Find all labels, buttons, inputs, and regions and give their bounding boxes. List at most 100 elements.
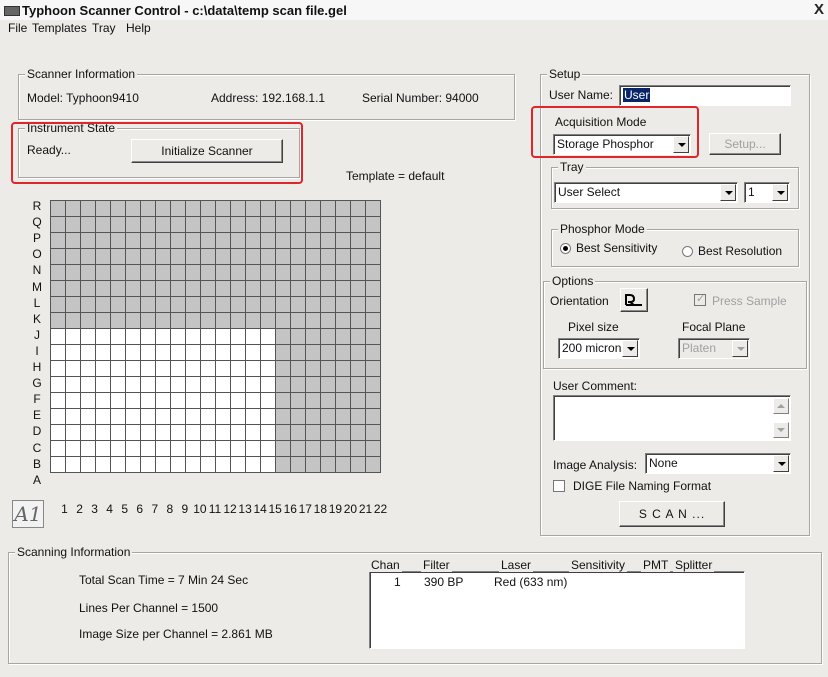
grid-cell[interactable]: [81, 297, 96, 313]
grid-cell[interactable]: [216, 201, 231, 217]
grid-cell[interactable]: [126, 297, 141, 313]
grid-cell[interactable]: [51, 409, 66, 425]
grid-cell[interactable]: [306, 297, 321, 313]
grid-cell[interactable]: [201, 393, 216, 409]
grid-cell[interactable]: [81, 441, 96, 457]
grid-cell[interactable]: [111, 345, 126, 361]
grid-cell[interactable]: [126, 329, 141, 345]
grid-cell[interactable]: [201, 281, 216, 297]
grid-cell[interactable]: [291, 249, 306, 265]
grid-cell[interactable]: [261, 313, 276, 329]
grid-cell[interactable]: [81, 345, 96, 361]
grid-cell[interactable]: [186, 377, 201, 393]
grid-cell[interactable]: [366, 313, 381, 329]
grid-cell[interactable]: [141, 201, 156, 217]
grid-cell[interactable]: [96, 233, 111, 249]
grid-cell[interactable]: [246, 457, 261, 473]
grid-cell[interactable]: [231, 281, 246, 297]
grid-cell[interactable]: [126, 377, 141, 393]
grid-cell[interactable]: [126, 249, 141, 265]
grid-cell[interactable]: [276, 393, 291, 409]
grid-cell[interactable]: [201, 233, 216, 249]
grid-cell[interactable]: [291, 313, 306, 329]
grid-cell[interactable]: [51, 393, 66, 409]
grid-cell[interactable]: [51, 361, 66, 377]
grid-cell[interactable]: [201, 361, 216, 377]
grid-cell[interactable]: [126, 393, 141, 409]
grid-cell[interactable]: [156, 425, 171, 441]
grid-cell[interactable]: [366, 441, 381, 457]
grid-cell[interactable]: [141, 345, 156, 361]
grid-cell[interactable]: [336, 233, 351, 249]
grid-cell[interactable]: [126, 441, 141, 457]
grid-cell[interactable]: [336, 265, 351, 281]
grid-cell[interactable]: [246, 201, 261, 217]
grid-cell[interactable]: [276, 249, 291, 265]
grid-cell[interactable]: [276, 233, 291, 249]
grid-cell[interactable]: [51, 217, 66, 233]
grid-cell[interactable]: [306, 457, 321, 473]
grid-cell[interactable]: [336, 345, 351, 361]
grid-cell[interactable]: [246, 297, 261, 313]
a1-reset-icon[interactable]: A1: [12, 500, 44, 528]
grid-cell[interactable]: [351, 393, 366, 409]
grid-cell[interactable]: [261, 201, 276, 217]
grid-cell[interactable]: [291, 233, 306, 249]
grid-cell[interactable]: [51, 233, 66, 249]
grid-cell[interactable]: [51, 377, 66, 393]
grid-cell[interactable]: [291, 297, 306, 313]
grid-cell[interactable]: [351, 361, 366, 377]
grid-cell[interactable]: [276, 265, 291, 281]
grid-cell[interactable]: [231, 345, 246, 361]
grid-cell[interactable]: [186, 425, 201, 441]
grid-cell[interactable]: [96, 281, 111, 297]
grid-cell[interactable]: [291, 201, 306, 217]
grid-cell[interactable]: [156, 201, 171, 217]
grid-cell[interactable]: [126, 233, 141, 249]
grid-cell[interactable]: [276, 425, 291, 441]
grid-cell[interactable]: [366, 233, 381, 249]
grid-cell[interactable]: [351, 345, 366, 361]
grid-cell[interactable]: [81, 425, 96, 441]
grid-cell[interactable]: [201, 377, 216, 393]
grid-cell[interactable]: [321, 425, 336, 441]
grid-cell[interactable]: [156, 297, 171, 313]
grid-cell[interactable]: [246, 425, 261, 441]
grid-cell[interactable]: [96, 441, 111, 457]
grid-cell[interactable]: [216, 441, 231, 457]
grid-cell[interactable]: [321, 265, 336, 281]
grid-cell[interactable]: [186, 409, 201, 425]
menu-file[interactable]: File: [8, 21, 27, 35]
grid-cell[interactable]: [81, 281, 96, 297]
grid-cell[interactable]: [96, 265, 111, 281]
image-analysis-select[interactable]: None: [645, 453, 791, 474]
best-sensitivity-radio[interactable]: [560, 243, 571, 254]
grid-cell[interactable]: [141, 281, 156, 297]
grid-cell[interactable]: [351, 441, 366, 457]
pixel-size-select[interactable]: 200 microns: [558, 338, 640, 359]
grid-cell[interactable]: [246, 409, 261, 425]
grid-cell[interactable]: [111, 361, 126, 377]
best-resolution-radio[interactable]: [682, 246, 693, 257]
grid-cell[interactable]: [351, 281, 366, 297]
grid-cell[interactable]: [231, 313, 246, 329]
grid-cell[interactable]: [321, 217, 336, 233]
grid-cell[interactable]: [156, 377, 171, 393]
grid-cell[interactable]: [201, 345, 216, 361]
grid-cell[interactable]: [81, 249, 96, 265]
grid-cell[interactable]: [291, 425, 306, 441]
grid-cell[interactable]: [306, 265, 321, 281]
grid-cell[interactable]: [216, 329, 231, 345]
grid-cell[interactable]: [336, 217, 351, 233]
grid-cell[interactable]: [246, 345, 261, 361]
orientation-button[interactable]: [620, 288, 648, 312]
grid-cell[interactable]: [231, 425, 246, 441]
grid-cell[interactable]: [321, 297, 336, 313]
grid-cell[interactable]: [336, 249, 351, 265]
grid-cell[interactable]: [231, 409, 246, 425]
grid-cell[interactable]: [186, 361, 201, 377]
grid-cell[interactable]: [186, 281, 201, 297]
grid-cell[interactable]: [51, 249, 66, 265]
grid-cell[interactable]: [231, 249, 246, 265]
grid-cell[interactable]: [126, 361, 141, 377]
